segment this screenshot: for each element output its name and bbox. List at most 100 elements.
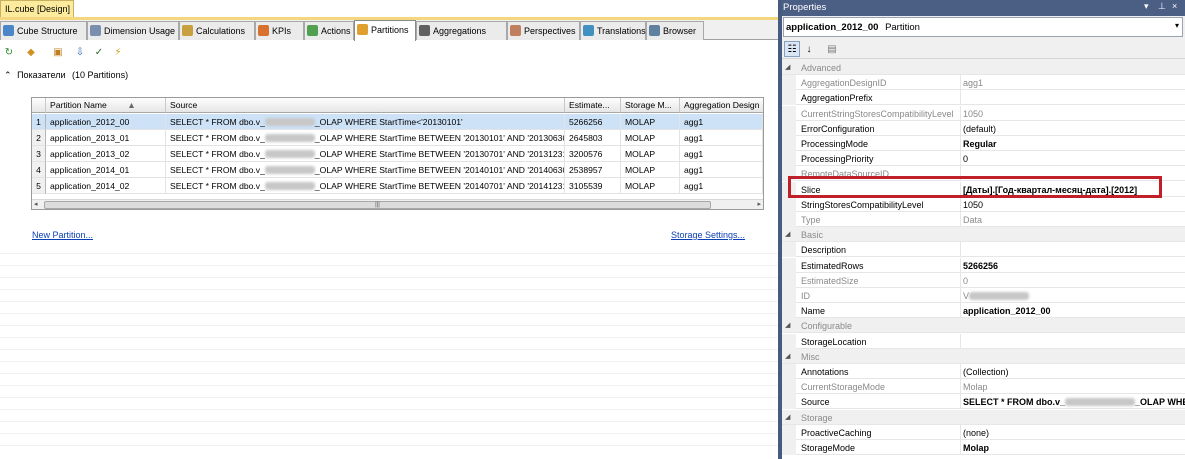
cell-storage[interactable]: MOLAP xyxy=(621,146,680,162)
cell-name[interactable]: application_2014_01 xyxy=(46,162,166,178)
scroll-left-icon[interactable]: ◂ xyxy=(34,200,38,208)
column-header-source[interactable]: Source xyxy=(166,98,565,113)
tab-kpis[interactable]: KPIs xyxy=(255,21,304,40)
cell-agg[interactable]: agg1 xyxy=(680,146,763,162)
column-header-partition-name[interactable]: Partition Name ▲ xyxy=(46,98,166,113)
new-partition-icon[interactable]: ◆ xyxy=(24,45,38,59)
cell-agg[interactable]: agg1 xyxy=(680,114,763,130)
storage-settings-icon[interactable]: ▣ xyxy=(51,45,65,59)
refresh-icon[interactable]: ↻ xyxy=(2,45,16,59)
collapse-icon[interactable]: ◢ xyxy=(785,63,790,71)
cell-agg[interactable]: agg1 xyxy=(680,178,763,194)
object-selector[interactable]: application_2012_00 Partition ▾ xyxy=(783,17,1183,37)
alphabetical-icon[interactable]: ↓ xyxy=(801,41,817,57)
cell-rows[interactable]: 2645803 xyxy=(565,130,621,146)
table-row[interactable]: 4 application_2014_01 SELECT * FROM dbo.v_… xyxy=(32,162,763,178)
property-value[interactable]: (none) xyxy=(960,424,1185,440)
property-errorconfiguration[interactable]: ErrorConfiguration (default) xyxy=(782,120,1185,136)
row-number[interactable]: 1 xyxy=(32,114,46,130)
chevron-down-icon[interactable]: ▾ xyxy=(1175,21,1179,30)
collapse-icon[interactable]: ◢ xyxy=(785,413,790,421)
process-icon[interactable]: ⚡ xyxy=(111,45,125,59)
cell-name[interactable]: application_2013_02 xyxy=(46,146,166,162)
property-annotations[interactable]: Annotations (Collection) xyxy=(782,364,1185,379)
property-source[interactable]: Source SELECT * FROM dbo.v_ _OLAP WHERE xyxy=(782,394,1185,410)
category-misc[interactable]: ◢ Misc xyxy=(782,348,1185,364)
table-row[interactable]: 3 application_2013_02 SELECT * FROM dbo.v_… xyxy=(32,146,763,162)
tab-cube-structure[interactable]: Cube Structure xyxy=(0,21,87,40)
row-number[interactable]: 3 xyxy=(32,146,46,162)
design-aggregations-icon[interactable]: ⇩ xyxy=(73,45,87,59)
property-value[interactable]: 5266256 xyxy=(960,257,1185,273)
tab-actions[interactable]: Actions xyxy=(304,21,354,40)
tab-calculations[interactable]: Calculations xyxy=(179,21,255,40)
cell-rows[interactable]: 2538957 xyxy=(565,162,621,178)
property-storagemode[interactable]: StorageMode Molap xyxy=(782,440,1185,455)
measure-group-header[interactable]: ⌃ Показатели (10 Partitions) xyxy=(4,70,128,81)
scrollbar-thumb[interactable]: ||| xyxy=(44,201,711,209)
property-value[interactable]: Regular xyxy=(960,136,1185,151)
property-value[interactable]: application_2012_00 xyxy=(960,303,1185,319)
property-value[interactable] xyxy=(960,242,1185,258)
row-number[interactable]: 4 xyxy=(32,162,46,178)
tab-perspectives[interactable]: Perspectives xyxy=(507,21,580,40)
property-type[interactable]: Type Data xyxy=(782,212,1185,227)
property-value[interactable]: (Collection) xyxy=(960,364,1185,379)
row-number[interactable]: 5 xyxy=(32,178,46,194)
property-value[interactable]: (default) xyxy=(960,120,1185,136)
window-dropdown-icon[interactable]: ▾ xyxy=(1144,1,1149,12)
cell-name[interactable]: application_2012_00 xyxy=(46,114,166,130)
property-value[interactable]: 0 xyxy=(960,151,1185,167)
property-stringstorescompatibilitylevel[interactable]: StringStoresCompatibilityLevel 1050 xyxy=(782,196,1185,212)
cell-src[interactable]: SELECT * FROM dbo.v_ _OLAP WHERE StartTim… xyxy=(166,162,565,178)
document-tab[interactable]: IL.cube [Design] xyxy=(0,0,74,17)
cell-storage[interactable]: MOLAP xyxy=(621,114,680,130)
cell-src[interactable]: SELECT * FROM dbo.v_ _OLAP WHERE StartTim… xyxy=(166,178,565,194)
property-description[interactable]: Description xyxy=(782,242,1185,258)
property-aggregationprefix[interactable]: AggregationPrefix xyxy=(782,90,1185,106)
property-storagelocation[interactable]: StorageLocation xyxy=(782,333,1185,349)
collapse-icon[interactable]: ◢ xyxy=(785,352,790,360)
cell-agg[interactable]: agg1 xyxy=(680,162,763,178)
cell-rows[interactable]: 5266256 xyxy=(565,114,621,130)
property-aggregationdesignid[interactable]: AggregationDesignID agg1 xyxy=(782,75,1185,91)
row-number[interactable]: 2 xyxy=(32,130,46,146)
property-currentstringstorescompatibilitylevel[interactable]: CurrentStringStoresCompatibilityLevel 105… xyxy=(782,105,1185,121)
cell-storage[interactable]: MOLAP xyxy=(621,162,680,178)
column-header-estimated-rows[interactable]: Estimate... xyxy=(565,98,621,113)
property-estimatedrows[interactable]: EstimatedRows 5266256 xyxy=(782,257,1185,273)
tab-translations[interactable]: Translations xyxy=(580,21,646,40)
cell-src[interactable]: SELECT * FROM dbo.v_ _OLAP WHERE StartTim… xyxy=(166,146,565,162)
property-processingpriority[interactable]: ProcessingPriority 0 xyxy=(782,151,1185,167)
column-header-aggregation-design[interactable]: Aggregation Design xyxy=(680,98,763,113)
cell-name[interactable]: application_2014_02 xyxy=(46,178,166,194)
category-advanced[interactable]: ◢ Advanced xyxy=(782,60,1185,75)
property-value[interactable] xyxy=(960,333,1185,349)
column-header-storage-mode[interactable]: Storage M... xyxy=(621,98,680,113)
cell-rows[interactable]: 3105539 xyxy=(565,178,621,194)
tab-partitions[interactable]: Partitions xyxy=(354,20,416,41)
table-row[interactable]: 1 application_2012_00 SELECT * FROM dbo.v_… xyxy=(32,114,763,130)
cell-agg[interactable]: agg1 xyxy=(680,130,763,146)
category-storage[interactable]: ◢ Storage xyxy=(782,409,1185,425)
table-row[interactable]: 2 application_2013_01 SELECT * FROM dbo.v_… xyxy=(32,130,763,146)
property-name[interactable]: Name application_2012_00 xyxy=(782,303,1185,319)
tab-aggregations[interactable]: Aggregations xyxy=(416,21,507,40)
category-basic[interactable]: ◢ Basic xyxy=(782,227,1185,243)
cell-src[interactable]: SELECT * FROM dbo.v_ _OLAP WHERE StartTim… xyxy=(166,114,565,130)
usage-optimization-icon[interactable]: ✓ xyxy=(92,45,106,59)
categorized-icon[interactable]: ☷ xyxy=(784,41,800,57)
collapse-chevron-icon[interactable]: ⌃ xyxy=(4,70,12,80)
cell-src[interactable]: SELECT * FROM dbo.v_ _OLAP WHERE StartTim… xyxy=(166,130,565,146)
collapse-icon[interactable]: ◢ xyxy=(785,321,790,329)
tab-browser[interactable]: Browser xyxy=(646,21,704,40)
close-icon[interactable]: × xyxy=(1172,1,1177,11)
property-id[interactable]: ID V xyxy=(782,288,1185,303)
property-value[interactable]: 1050 xyxy=(960,196,1185,212)
property-processingmode[interactable]: ProcessingMode Regular xyxy=(782,136,1185,151)
property-estimatedsize[interactable]: EstimatedSize 0 xyxy=(782,272,1185,288)
table-row[interactable]: 5 application_2014_02 SELECT * FROM dbo.v_… xyxy=(32,178,763,194)
property-proactivecaching[interactable]: ProactiveCaching (none) xyxy=(782,424,1185,440)
horizontal-scrollbar[interactable]: ◂ ||| ▸ xyxy=(32,199,763,209)
property-value[interactable] xyxy=(960,90,1185,106)
